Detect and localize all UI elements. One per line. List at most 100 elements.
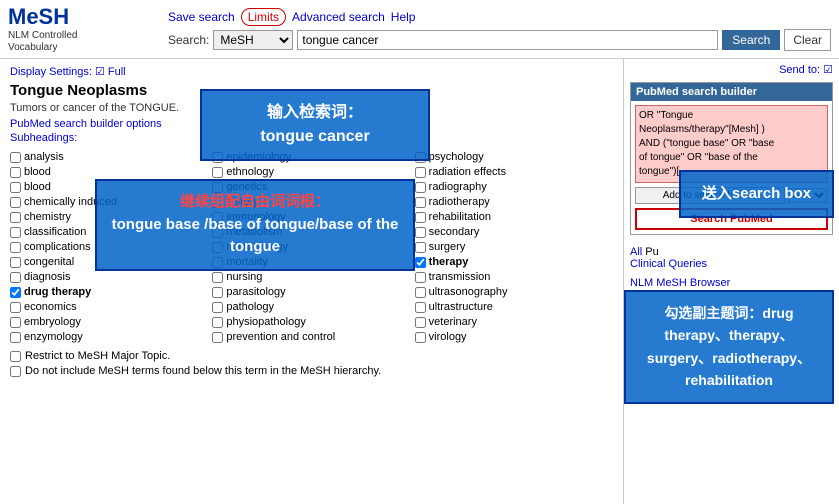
header: MeSH NLM Controlled Vocabulary Save sear…	[0, 0, 839, 59]
logo-area: MeSH NLM Controlled Vocabulary	[8, 4, 168, 54]
subheading-label-radiotherapy: radiotherapy	[429, 196, 490, 208]
subheading-checkbox-blood[interactable]	[10, 167, 21, 178]
subheading-checkbox-blood2[interactable]	[10, 182, 21, 193]
subheading-item: genetics	[212, 180, 410, 194]
send-to[interactable]: Send to: ☑	[630, 63, 833, 76]
subheading-label-microbiology: microbiology	[226, 241, 288, 253]
subheading-checkbox-physiopathology[interactable]	[212, 317, 223, 328]
subheading-checkbox-radiotherapy[interactable]	[415, 197, 426, 208]
search-button[interactable]: Search	[722, 30, 780, 50]
subheading-item: microbiology	[212, 240, 410, 254]
advanced-search-link[interactable]: Advanced search	[292, 10, 385, 24]
do-not-include-row: Do not include MeSH terms found below th…	[10, 365, 613, 377]
subheading-checkbox-comp[interactable]	[10, 242, 21, 253]
subheading-item: drug therapy	[10, 285, 208, 299]
subheading-checkbox-chemically_induced[interactable]	[10, 197, 21, 208]
subheading-checkbox-rehabilitation[interactable]	[415, 212, 426, 223]
subheading-item: history	[212, 195, 410, 209]
pubmed-builder-box: PubMed search builder OR "Tongue Neoplas…	[630, 82, 833, 235]
subheading-checkbox-pathology[interactable]	[212, 302, 223, 313]
subheading-checkbox-secondary[interactable]	[415, 227, 426, 238]
subheading-label-surgery: surgery	[429, 241, 466, 253]
subheading-item: secondary	[415, 225, 613, 239]
subheading-checkbox-psychology[interactable]	[415, 152, 426, 163]
top-nav: Save search Limits Advanced search Help	[168, 8, 831, 26]
search-input[interactable]	[297, 30, 718, 50]
do-not-include-checkbox[interactable]	[10, 366, 21, 377]
help-link[interactable]: Help	[391, 10, 416, 24]
save-search-link[interactable]: Save search	[168, 10, 235, 24]
subheading-checkbox-congenital[interactable]	[10, 257, 21, 268]
subheading-checkbox-analysis[interactable]	[10, 152, 21, 163]
subheading-item: veterinary	[415, 315, 613, 329]
pubmed-text-area[interactable]: OR "Tongue Neoplasms/therapy"[Mesh] ) AN…	[635, 105, 828, 183]
subheading-checkbox-class[interactable]	[10, 227, 21, 238]
subheading-checkbox-immunology[interactable]	[212, 212, 223, 223]
all-link[interactable]: All	[630, 246, 642, 258]
subheading-checkbox-transmission[interactable]	[415, 272, 426, 283]
and-select[interactable]: AND	[788, 188, 828, 203]
subheading-label-genetics: genetics	[226, 181, 267, 193]
subheading-checkbox-chem[interactable]	[10, 212, 21, 223]
pubmed-builder-content: OR "Tongue Neoplasms/therapy"[Mesh] ) AN…	[631, 101, 832, 234]
subheading-checkbox-radiography[interactable]	[415, 182, 426, 193]
main-area: Display Settings: ☑ Full Tongue Neoplasm…	[0, 59, 839, 504]
subheading-item: radiation effects	[415, 165, 613, 179]
clear-button[interactable]: Clear	[784, 29, 831, 51]
subheading-checkbox-parasitology[interactable]	[212, 287, 223, 298]
pubmed-options-link[interactable]: PubMed search builder options	[10, 118, 613, 130]
subheading-label-diagnosis: diagnosis	[24, 271, 70, 283]
subheading-checkbox-embryology[interactable]	[10, 317, 21, 328]
subheading-checkbox-epidemiology[interactable]	[212, 152, 223, 163]
subheading-checkbox-history[interactable]	[212, 197, 223, 208]
clinical-queries-link[interactable]: Clinical Queries	[630, 258, 707, 270]
subheading-checkbox-economics[interactable]	[10, 302, 21, 313]
subheading-checkbox-surgery[interactable]	[415, 242, 426, 253]
subheading-checkbox-virology[interactable]	[415, 332, 426, 343]
subheading-label-ultrasonography: ultrasonography	[429, 286, 508, 298]
restrict-label: Restrict to MeSH Major Topic.	[25, 350, 170, 362]
subheading-checkbox-drug_therapy[interactable]	[10, 287, 21, 298]
subheading-checkbox-ultrasonography[interactable]	[415, 287, 426, 298]
search-label: Search:	[168, 33, 209, 47]
subheading-checkbox-nursing[interactable]	[212, 272, 223, 283]
subheading-item: blood	[10, 165, 208, 179]
limits-btn[interactable]: Limits	[241, 8, 286, 26]
subheading-checkbox-diagnosis[interactable]	[10, 272, 21, 283]
subheading-checkbox-ethnology[interactable]	[212, 167, 223, 178]
subheading-checkbox-ultrastructure[interactable]	[415, 302, 426, 313]
subheading-checkbox-metabolism[interactable]	[212, 227, 223, 238]
subheading-label-chemically_induced: chemically induced	[24, 196, 117, 208]
subheading-label-physiopathology: physiopathology	[226, 316, 306, 328]
search-dropdown[interactable]: MeSH	[213, 30, 293, 50]
subheading-item: blood	[10, 180, 208, 194]
subheading-checkbox-genetics[interactable]	[212, 182, 223, 193]
subheading-checkbox-veterinary[interactable]	[415, 317, 426, 328]
subheading-checkbox-enzymology[interactable]	[10, 332, 21, 343]
search-pubmed-button[interactable]: Search PubMed	[635, 208, 828, 230]
subheading-item: ethnology	[212, 165, 410, 179]
restrict-checkbox[interactable]	[10, 351, 21, 362]
search-row: Search: MeSH Search Clear	[168, 29, 831, 51]
subheading-label-mortality: mortality	[226, 256, 268, 268]
nlm-browser-link[interactable]: NLM MeSH Browser	[630, 277, 833, 289]
subheading-checkbox-therapy[interactable]	[415, 257, 426, 268]
subheading-item: surgery	[415, 240, 613, 254]
subheading-label-ultrastructure: ultrastructure	[429, 301, 493, 313]
subheading-checkbox-mortality[interactable]	[212, 257, 223, 268]
subheading-label-veterinary: veterinary	[429, 316, 477, 328]
subheading-label-congenital: congenital	[24, 256, 74, 268]
display-settings[interactable]: Display Settings: ☑ Full	[10, 65, 613, 78]
subheading-item: radiotherapy	[415, 195, 613, 209]
subheading-label-metabolism: metabolism	[226, 226, 282, 238]
subheading-checkbox-prevention_control[interactable]	[212, 332, 223, 343]
do-not-include-label: Do not include MeSH terms found below th…	[25, 365, 381, 377]
add-to-builder-button[interactable]: Add to search builder	[635, 187, 785, 204]
subheading-item: ultrastructure	[415, 300, 613, 314]
subheading-item: parasitology	[212, 285, 410, 299]
subheading-checkbox-microbiology[interactable]	[212, 242, 223, 253]
subheading-checkbox-radiation_effects[interactable]	[415, 167, 426, 178]
display-settings-link[interactable]: Display Settings: ☑ Full	[10, 66, 126, 78]
subheading-item: economics	[10, 300, 208, 314]
subheading-item: complications	[10, 240, 208, 254]
